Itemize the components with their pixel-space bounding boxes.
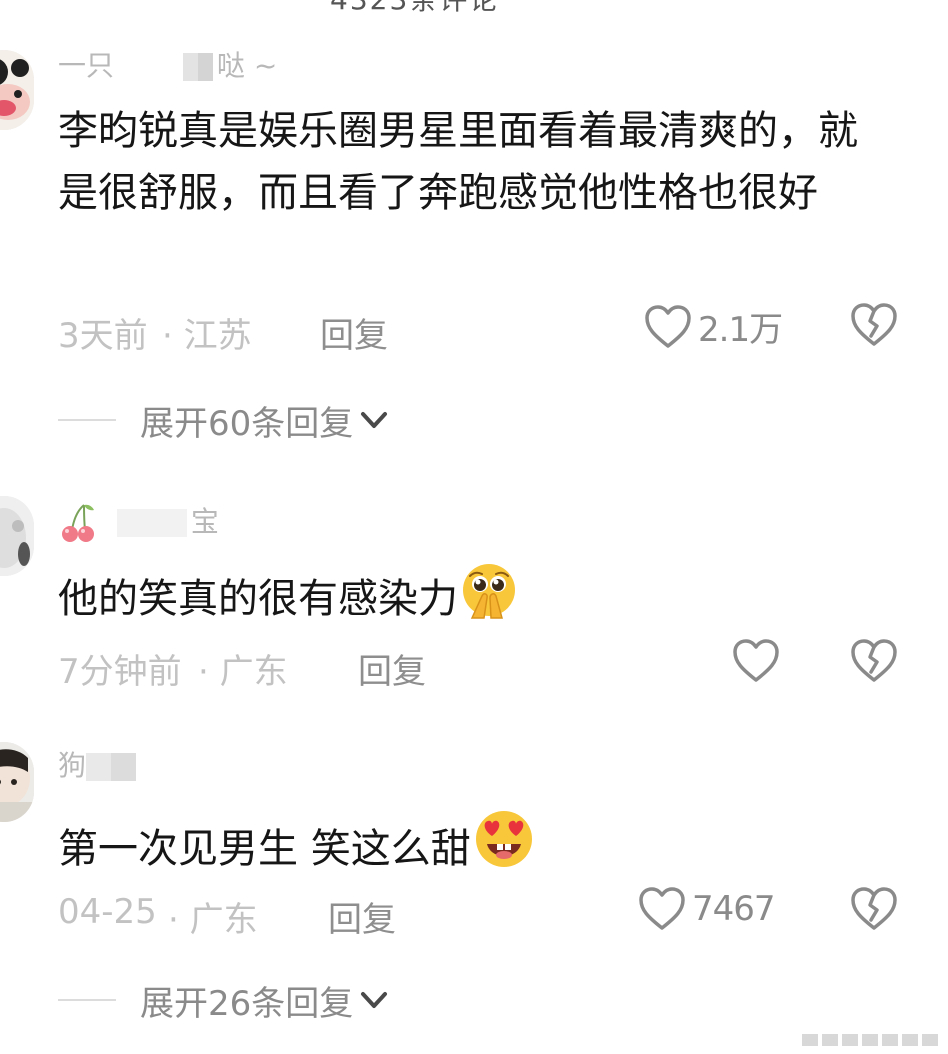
heart-outline-icon — [733, 639, 779, 682]
username[interactable]: 宝 — [58, 500, 219, 544]
like-button[interactable]: 2.1万 — [644, 302, 783, 351]
broken-heart-icon — [851, 303, 897, 346]
heart-outline-icon — [645, 304, 691, 348]
comment-time: 7分钟前 — [58, 652, 182, 692]
comments-count-title: 4323条评论 — [330, 0, 499, 18]
watermark — [802, 1034, 938, 1046]
watermark-block — [802, 1034, 818, 1046]
like-button[interactable] — [732, 638, 786, 684]
watermark-block — [822, 1034, 838, 1046]
heart-outline-icon — [639, 887, 685, 930]
dislike-button[interactable] — [850, 302, 898, 357]
watermark-block — [882, 1034, 898, 1046]
cherry-icon — [62, 504, 94, 542]
comment-location: · 江苏 — [162, 316, 252, 356]
expand-replies-label: 展开26条回复 — [140, 983, 354, 1024]
watermark-block — [922, 1034, 938, 1046]
comment-text: 第一次见男生 笑这么甜 — [58, 808, 878, 880]
divider-line — [58, 999, 116, 1001]
expand-replies-button[interactable]: 展开26条回复 — [58, 976, 389, 1024]
reply-button[interactable]: 回复 — [320, 308, 388, 357]
like-count: 2.1万 — [698, 310, 783, 350]
chevron-down-icon — [361, 992, 388, 1008]
reply-button[interactable]: 回复 — [358, 644, 426, 693]
like-button[interactable]: 7467 — [638, 886, 776, 932]
reply-button[interactable]: 回复 — [328, 892, 396, 941]
comment-meta: 7分钟前 · 广东 回复 — [58, 639, 918, 693]
username[interactable]: 一只 哒 ~ — [58, 44, 277, 84]
comment-location: · 广东 — [198, 652, 288, 692]
heart-eyes-emoji — [475, 811, 532, 867]
comment-time: 3天前 — [58, 316, 148, 356]
expand-replies-label: 展开60条回复 — [140, 403, 354, 444]
comment-text-content: 他的笑真的很有感染力 — [58, 576, 458, 622]
comment-meta: 04-25 · 广东 回复 7467 — [58, 887, 918, 941]
dislike-button[interactable] — [850, 638, 898, 693]
username-prefix: 一只 — [58, 49, 115, 82]
username-mosaic — [182, 53, 213, 81]
avatar[interactable] — [0, 496, 34, 576]
like-count: 7467 — [692, 889, 776, 929]
comment-text: 他的笑真的很有感染力 — [58, 562, 878, 630]
comment-meta: 3天前 · 江苏 回复 2.1万 — [58, 303, 918, 357]
divider-line — [58, 419, 116, 421]
expand-replies-button[interactable]: 展开60条回复 — [58, 396, 389, 444]
comment-text-content: 第一次见男生 笑这么甜 — [58, 826, 471, 872]
broken-heart-icon — [851, 887, 897, 930]
pleading-hands-emoji — [463, 564, 515, 619]
username-mosaic — [116, 509, 187, 537]
username-prefix: 狗 — [58, 749, 87, 782]
watermark-block — [902, 1034, 918, 1046]
username[interactable]: 狗 — [58, 744, 140, 784]
watermark-block — [862, 1034, 878, 1046]
comment-text-content: 李昀锐真是娱乐圈男星里面看着最清爽的，就是很舒服，而且看了奔跑感觉他性格也很好 — [58, 108, 858, 216]
comment-time: 04-25 — [58, 892, 157, 932]
broken-heart-icon — [851, 639, 897, 682]
comment-text: 李昀锐真是娱乐圈男星里面看着最清爽的，就是很舒服，而且看了奔跑感觉他性格也很好 — [58, 100, 878, 224]
avatar[interactable] — [0, 50, 34, 130]
username-suffix: 哒 ~ — [216, 49, 278, 82]
dislike-button[interactable] — [850, 886, 898, 941]
username-suffix: 宝 — [190, 505, 219, 538]
chevron-down-icon — [361, 412, 388, 428]
watermark-block — [842, 1034, 858, 1046]
username-mosaic — [86, 753, 137, 781]
comment-location: · 广东 — [168, 900, 258, 940]
avatar[interactable] — [0, 742, 34, 822]
